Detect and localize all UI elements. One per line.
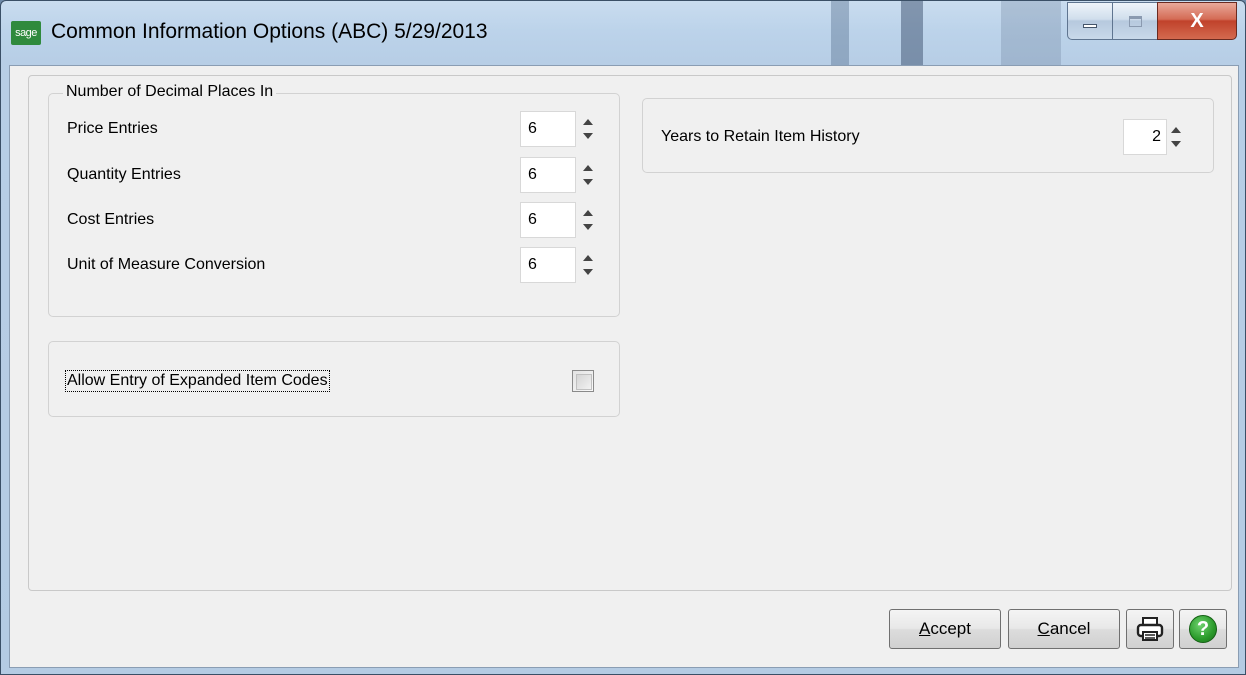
background-deco <box>1001 1 1061 65</box>
close-icon: X <box>1190 9 1204 32</box>
spin-down-icon[interactable] <box>583 179 593 185</box>
accept-label: ccept <box>930 619 971 638</box>
spin-up-icon[interactable] <box>583 210 593 216</box>
spin-down-icon[interactable] <box>583 133 593 139</box>
cost-entries-label: Cost Entries <box>67 211 155 228</box>
maximize-icon <box>1128 15 1142 27</box>
expanded-codes-checkbox[interactable] <box>572 370 594 392</box>
options-panel: Number of Decimal Places In Price Entrie… <box>28 75 1232 591</box>
quantity-entries-input[interactable]: 6 <box>520 157 576 193</box>
window-controls: X <box>1067 2 1237 40</box>
uom-conversion-input[interactable]: 6 <box>520 247 576 283</box>
item-history-group: Years to Retain Item History 2 <box>642 98 1214 173</box>
decimal-places-legend: Number of Decimal Places In <box>63 83 277 101</box>
price-entries-spinner[interactable] <box>581 111 595 147</box>
help-icon: ? <box>1189 615 1217 643</box>
price-entries-input[interactable]: 6 <box>520 111 576 147</box>
help-button[interactable]: ? <box>1179 609 1227 649</box>
spin-up-icon[interactable] <box>1171 127 1181 133</box>
maximize-button[interactable] <box>1112 2 1157 40</box>
uom-conversion-label: Unit of Measure Conversion <box>67 256 266 273</box>
accept-mnemonic: A <box>919 619 931 638</box>
print-button[interactable] <box>1126 609 1174 649</box>
item-history-spinner[interactable] <box>1169 119 1183 155</box>
close-button[interactable]: X <box>1157 2 1237 40</box>
quantity-entries-label: Quantity Entries <box>67 166 181 183</box>
printer-icon <box>1136 617 1164 641</box>
spin-up-icon[interactable] <box>583 119 593 125</box>
spin-up-icon[interactable] <box>583 255 593 261</box>
accept-button[interactable]: Accept <box>889 609 1001 649</box>
decimal-places-group: Number of Decimal Places In Price Entrie… <box>48 83 620 317</box>
item-history-input[interactable]: 2 <box>1123 119 1167 155</box>
spin-down-icon[interactable] <box>1171 141 1181 147</box>
minimize-button[interactable] <box>1067 2 1112 40</box>
sage-logo-icon: sage <box>11 21 41 45</box>
cancel-mnemonic: C <box>1037 619 1050 638</box>
quantity-entries-spinner[interactable] <box>581 157 595 193</box>
item-history-label: Years to Retain Item History <box>661 128 860 145</box>
title-bar[interactable]: sage Common Information Options (ABC) 5/… <box>1 1 1245 65</box>
expanded-codes-label[interactable]: Allow Entry of Expanded Item Codes <box>65 370 330 392</box>
window-title: Common Information Options (ABC) 5/29/20… <box>51 20 488 43</box>
cost-entries-spinner[interactable] <box>581 202 595 238</box>
spin-down-icon[interactable] <box>583 224 593 230</box>
spin-up-icon[interactable] <box>583 165 593 171</box>
cancel-button[interactable]: Cancel <box>1008 609 1120 649</box>
dialog-client-area: Number of Decimal Places In Price Entrie… <box>9 65 1239 668</box>
dialog-window: sage Common Information Options (ABC) 5/… <box>0 0 1246 675</box>
uom-conversion-spinner[interactable] <box>581 247 595 283</box>
cancel-label: ancel <box>1049 619 1091 638</box>
background-deco <box>831 1 849 65</box>
background-deco <box>901 1 923 65</box>
price-entries-label: Price Entries <box>67 120 158 137</box>
spin-down-icon[interactable] <box>583 269 593 275</box>
cost-entries-input[interactable]: 6 <box>520 202 576 238</box>
minimize-icon <box>1083 24 1097 28</box>
expanded-codes-group: Allow Entry of Expanded Item Codes <box>48 341 620 417</box>
